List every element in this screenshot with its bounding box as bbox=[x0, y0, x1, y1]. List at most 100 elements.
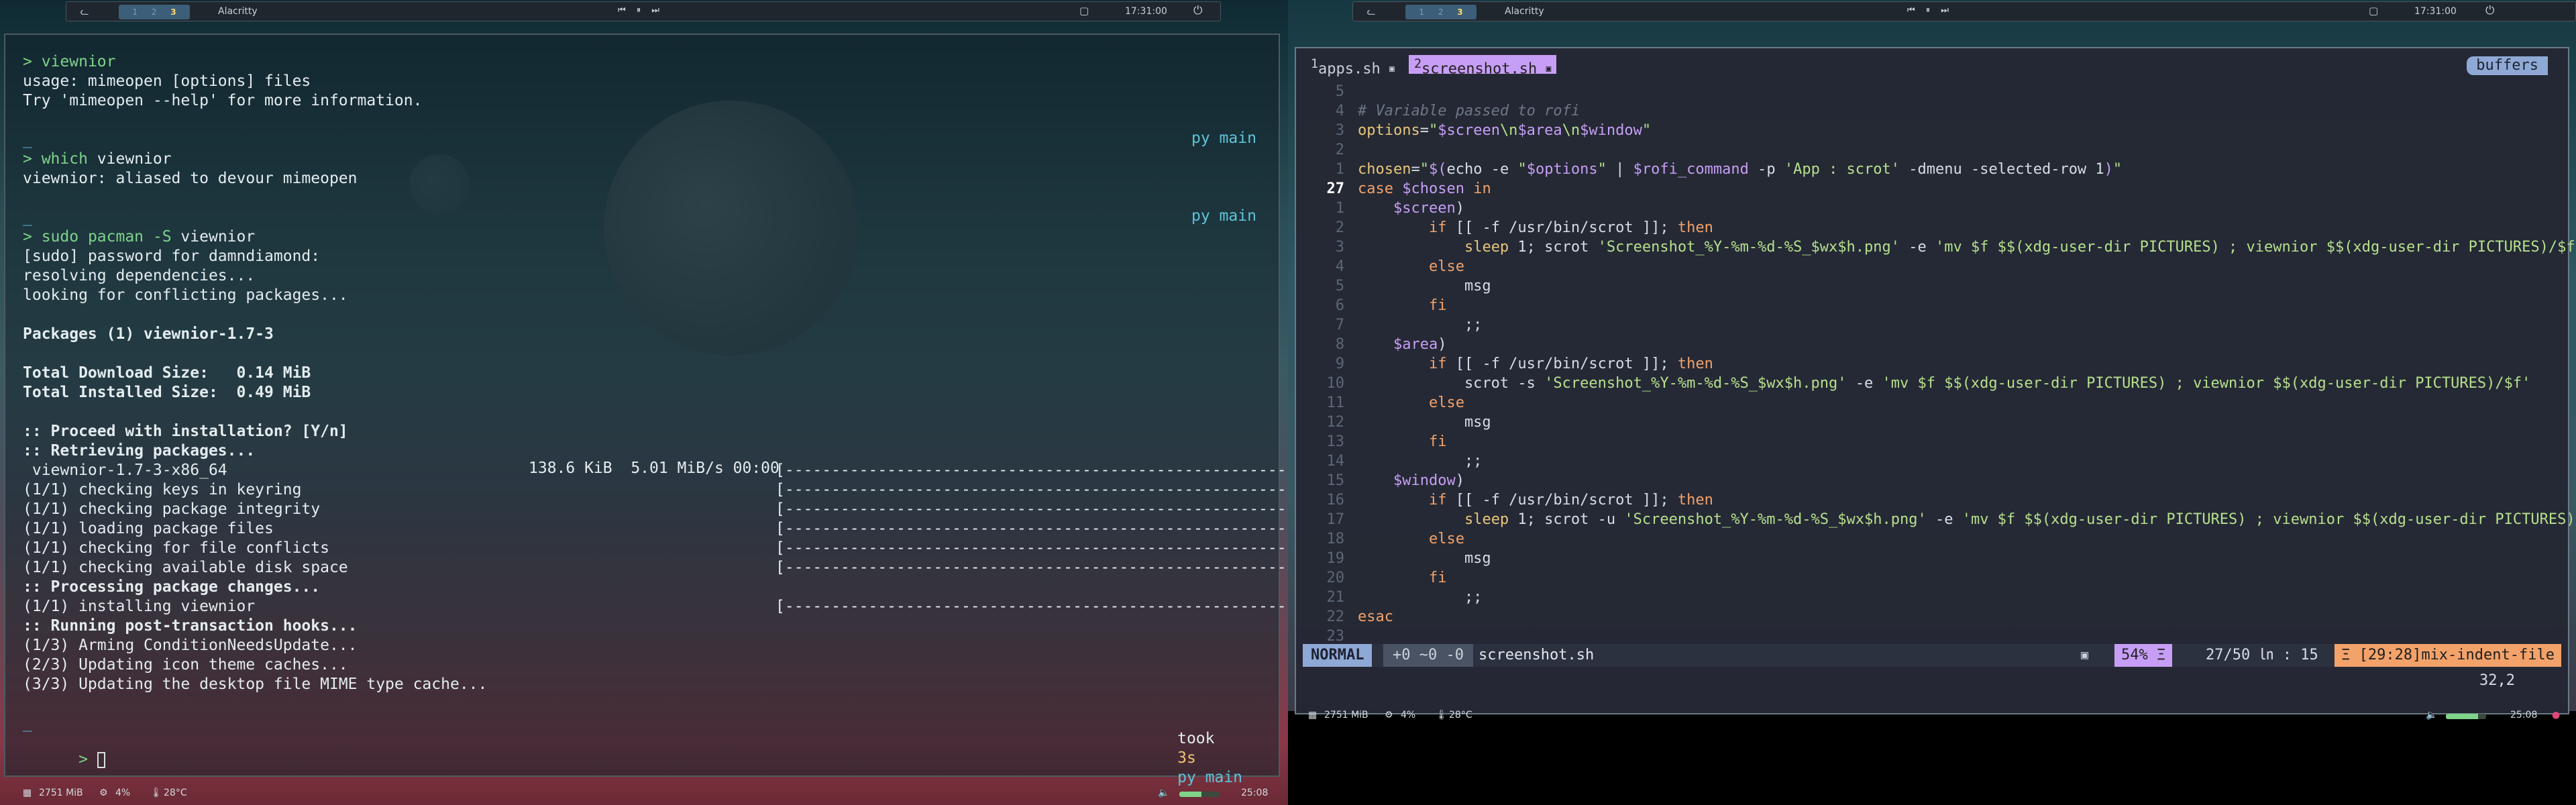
terminal-line: (1/1) loading package files bbox=[23, 520, 274, 537]
tab-number: 2 bbox=[1414, 57, 1422, 71]
code-text: # Variable passed to rofi bbox=[1358, 103, 1580, 119]
progress-bar: [---------------------------------------… bbox=[775, 539, 1288, 557]
progress-bar: [---------------------------------------… bbox=[775, 500, 1288, 518]
terminal-line: _ bbox=[23, 131, 32, 148]
volume-slider[interactable] bbox=[1179, 792, 1220, 797]
code-line: 2 if [[ -f /usr/bin/scrot ]]; then bbox=[1296, 218, 2571, 237]
code-text: fi bbox=[1428, 297, 1447, 314]
next-icon[interactable]: ⏭ bbox=[651, 5, 659, 15]
code-line: 4 else bbox=[1296, 257, 2571, 276]
volume-fill bbox=[2446, 714, 2478, 719]
terminal-line: (1/1) checking for file conflicts bbox=[23, 539, 329, 557]
progress-bar: [---------------------------------------… bbox=[775, 559, 1288, 576]
right-prompt: py main bbox=[1191, 129, 1256, 147]
next-icon[interactable]: ⏭ bbox=[1941, 5, 1949, 15]
previous-icon[interactable]: ⏮ bbox=[1907, 5, 1915, 15]
code-text: else bbox=[1428, 531, 1464, 547]
clock: 17:31:00 bbox=[2414, 6, 2457, 17]
screen-icon[interactable]: ▢ bbox=[1079, 5, 1089, 17]
workspace-3[interactable]: 3 bbox=[170, 7, 176, 17]
code-text: if [[ -f /usr/bin/scrot ]]; then bbox=[1428, 219, 1713, 236]
code-text: fi bbox=[1428, 433, 1447, 450]
scroll-percent: 54% Ξ bbox=[2114, 644, 2173, 667]
code-line: 17 sleep 1; scrot -u 'Screenshot_%Y-%m-%… bbox=[1296, 510, 2576, 529]
screen-icon[interactable]: ▢ bbox=[2369, 5, 2378, 17]
code-line: 5 msg bbox=[1296, 276, 2571, 296]
line-number: 7 bbox=[1335, 317, 1344, 333]
text-cursor bbox=[97, 751, 105, 768]
memory-icon: ▦ bbox=[1308, 710, 1318, 720]
editor-window[interactable]: 1apps.sh ▣ 2screenshot.sh ▣ buffers 5 4 # … bbox=[1295, 47, 2576, 714]
terminal-line: _ bbox=[23, 209, 32, 226]
terminal-line: Try 'mimeopen --help' for more informati… bbox=[23, 92, 423, 109]
code-text: msg bbox=[1358, 414, 1491, 431]
notification-dot[interactable]: ● bbox=[2552, 710, 2560, 720]
power-icon[interactable]: ⏻ bbox=[2485, 4, 2494, 17]
tab-apps[interactable]: 1apps.sh ▣ bbox=[1305, 55, 1400, 77]
cat-icon[interactable]: ᓚ bbox=[1364, 5, 1379, 18]
workspace-2[interactable]: 2 bbox=[152, 7, 157, 17]
terminal-line: (1/1) checking package integrity bbox=[23, 500, 321, 518]
command-line[interactable]: 32,2 bbox=[2479, 672, 2515, 689]
progress-bar: [---------------------------------------… bbox=[775, 462, 1288, 479]
code-line: 15 $window) bbox=[1296, 471, 2571, 490]
line-number: 4 bbox=[1335, 258, 1344, 275]
code-text: fi bbox=[1428, 570, 1447, 586]
workspace-1[interactable]: 1 bbox=[1419, 7, 1424, 17]
code-text: ;; bbox=[1358, 589, 1483, 606]
code-text: if [[ -f /usr/bin/scrot ]]; then bbox=[1428, 356, 1713, 372]
code-line: 12 msg bbox=[1296, 413, 2571, 432]
previous-icon[interactable]: ⏮ bbox=[618, 5, 626, 15]
volume-slider[interactable] bbox=[2446, 714, 2486, 719]
code-line: 14 ;; bbox=[1296, 451, 2571, 471]
line-number: 2 bbox=[1335, 142, 1344, 158]
line-number: 5 bbox=[1335, 278, 1344, 294]
line-number: 17 bbox=[1326, 511, 1345, 528]
mode-indicator: NORMAL bbox=[1303, 644, 1373, 667]
indent-warning: Ξ [29:28]mix-indent-file bbox=[2334, 644, 2561, 667]
status-line: NORMAL +0 ~0 -0 screenshot.sh ▣ 54% Ξ 27… bbox=[1303, 644, 2561, 667]
clock: 17:31:00 bbox=[1125, 6, 1167, 17]
terminal-line: :: Processing package changes... bbox=[23, 578, 321, 596]
code-line: 21 ;; bbox=[1296, 588, 2571, 607]
code-text: ;; bbox=[1358, 317, 1483, 333]
input-line[interactable]: > bbox=[23, 731, 105, 789]
pause-icon[interactable]: ⏸ bbox=[637, 5, 641, 15]
code-text: sleep 1; scrot -u 'Screenshot_%Y-%m-%d-%… bbox=[1464, 511, 2576, 528]
command-text: viewnior bbox=[41, 53, 116, 70]
close-icon[interactable]: ▣ bbox=[1389, 64, 1395, 74]
code-line: 27 case $chosen in bbox=[1296, 179, 2571, 199]
took-value: 3s bbox=[1177, 749, 1196, 767]
close-icon[interactable]: ▣ bbox=[1546, 64, 1551, 74]
workspace-3[interactable]: 3 bbox=[1457, 7, 1462, 17]
code-text: if [[ -f /usr/bin/scrot ]]; then bbox=[1428, 492, 1713, 508]
code-text: options="$screen\n$area\n$window" bbox=[1358, 122, 1652, 139]
command-args: viewnior bbox=[171, 228, 256, 246]
command-text: which bbox=[41, 150, 88, 168]
file-format-icon: ▣ bbox=[2081, 648, 2088, 662]
workspace-1[interactable]: 1 bbox=[132, 7, 138, 17]
code-line: 6 fi bbox=[1296, 296, 2571, 315]
pause-icon[interactable]: ⏸ bbox=[1926, 5, 1931, 15]
code-line: 8 $area) bbox=[1296, 335, 2571, 354]
code-text: scrot -s 'Screenshot_%Y-%m-%d-%S_$wx$h.p… bbox=[1358, 375, 2531, 392]
volume-icon[interactable]: 🔈 bbox=[2426, 710, 2437, 720]
command-text: sudo pacman -S bbox=[41, 228, 172, 246]
cat-icon[interactable]: ᓚ bbox=[77, 5, 92, 18]
line-number: 23 bbox=[1326, 628, 1345, 645]
status-filename: screenshot.sh bbox=[1479, 647, 1595, 663]
code-text: $area) bbox=[1393, 336, 1447, 353]
terminal-line: (1/1) checking available disk space bbox=[23, 559, 348, 576]
line-number: 20 bbox=[1326, 570, 1345, 586]
terminal-line: Packages (1) viewnior-1.7-3 bbox=[23, 325, 274, 343]
line-number: 11 bbox=[1326, 394, 1345, 411]
tab-screenshot[interactable]: 2screenshot.sh ▣ bbox=[1409, 55, 1557, 77]
workspace-2[interactable]: 2 bbox=[1438, 7, 1444, 17]
power-icon[interactable]: ⏻ bbox=[1193, 4, 1202, 17]
line-number: 22 bbox=[1326, 608, 1345, 625]
volume-icon[interactable]: 🔈 bbox=[1158, 788, 1169, 798]
terminal-window[interactable]: > viewnior usage: mimeopen [options] file… bbox=[4, 34, 1288, 786]
workspace-switcher: 1 2 3 bbox=[1405, 5, 1477, 19]
code-text: $screen) bbox=[1393, 200, 1464, 217]
code-line: 16 if [[ -f /usr/bin/scrot ]]; then bbox=[1296, 490, 2571, 510]
